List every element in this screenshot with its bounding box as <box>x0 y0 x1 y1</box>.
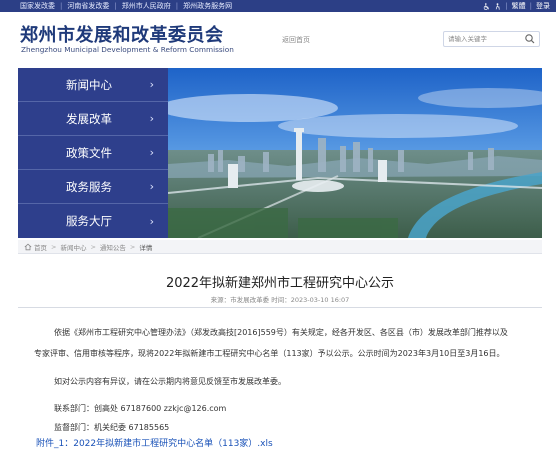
attachment-link[interactable]: 附件_1：2022年拟新建市工程研究中心名单（113家）.xls <box>36 436 273 449</box>
login-link[interactable]: 登录 <box>536 1 550 11</box>
search-input[interactable] <box>444 32 524 46</box>
article: 2022年拟新建郑州市工程研究中心公示 来源：市发展改革委 时间：2023-03… <box>18 254 542 463</box>
link-ndrc[interactable]: 国家发改委 <box>20 1 55 11</box>
chevron-right-icon: › <box>149 146 154 159</box>
link-zhengzhou-service[interactable]: 郑州政务服务网 <box>183 1 232 11</box>
separator: > <box>90 242 96 251</box>
breadcrumb-news[interactable]: 新闻中心 <box>60 242 86 252</box>
nav-item-services[interactable]: 政务服务 › <box>18 170 168 204</box>
search-icon[interactable] <box>524 33 536 45</box>
separator: > <box>129 242 136 251</box>
article-paragraph: 依据《郑州市工程研究中心管理办法》（郑发改高技[2016]559号）有关规定，经… <box>54 328 508 337</box>
article-paragraph: 专家评审、信用审核等程序，现将2022年拟新建市工程研究中心名单（113家）予以… <box>34 349 505 358</box>
wheelchair-icon[interactable] <box>483 2 490 10</box>
elder-icon[interactable] <box>494 2 501 10</box>
breadcrumb-current: 详情 <box>139 243 153 252</box>
separator: > <box>51 242 57 251</box>
nav-item-label: 政务服务 <box>66 179 112 194</box>
separator: | <box>114 2 117 10</box>
chevron-right-icon: › <box>149 214 154 228</box>
chevron-right-icon: › <box>149 112 154 125</box>
chevron-right-icon: › <box>149 78 154 91</box>
article-title: 2022年拟新建郑州市工程研究中心公示 <box>165 276 395 291</box>
site-title[interactable]: 郑州市发展和改革委员会 <box>20 21 224 47</box>
divider <box>18 307 542 308</box>
external-links: 国家发改委 | 河南省发改委 | 郑州市人民政府 | 郑州政务服务网 <box>20 1 232 11</box>
search-box <box>443 31 540 47</box>
city-skyline-banner <box>168 68 542 238</box>
top-bar: 国家发改委 | 河南省发改委 | 郑州市人民政府 | 郑州政务服务网 | 繁體 … <box>0 0 556 12</box>
home-icon <box>24 243 32 250</box>
nav-item-service-hall[interactable]: 服务大厅 › <box>18 204 168 238</box>
breadcrumb-notices[interactable]: 通知公告 <box>100 242 126 252</box>
chevron-right-icon: › <box>149 180 154 193</box>
article-paragraph: 如对公示内容有异议，请在公示期内将意见反馈至市发展改革委。 <box>54 377 286 386</box>
separator: | <box>529 2 532 10</box>
link-zhengzhou-gov[interactable]: 郑州市人民政府 <box>122 1 171 11</box>
separator: | <box>175 2 179 10</box>
supervision-department: 监督部门：机关纪委 67185565 <box>54 423 170 432</box>
return-home-link[interactable]: 返回首页 <box>282 35 310 45</box>
nav-item-development[interactable]: 发展改革 › <box>18 102 168 136</box>
article-meta: 来源：市发展改革委 时间：2023-03-10 16:07 <box>210 296 350 304</box>
nav-item-label: 政策文件 <box>66 145 112 160</box>
nav-item-label: 服务大厅 <box>66 214 112 228</box>
link-henan-drc[interactable]: 河南省发改委 <box>67 1 109 11</box>
traditional-chinese-toggle[interactable]: 繁體 <box>512 1 526 11</box>
hero-section: 新闻中心 › 发展改革 › 政策文件 › 政务服务 › 服务大厅 › <box>18 68 542 238</box>
separator: | <box>60 2 63 10</box>
top-toolbar: | 繁體 | 登录 <box>479 1 550 11</box>
nav-item-news[interactable]: 新闻中心 › <box>18 68 168 102</box>
main-nav: 新闻中心 › 发展改革 › 政策文件 › 政务服务 › 服务大厅 › <box>18 68 168 238</box>
nav-item-label: 发展改革 <box>66 111 112 126</box>
site-header: 郑州市发展和改革委员会 Zhengzhou Municipal Developm… <box>0 12 556 68</box>
nav-item-policy[interactable]: 政策文件 › <box>18 136 168 170</box>
site-subtitle: Zhengzhou Municipal Development & Reform… <box>21 45 234 54</box>
breadcrumb-home[interactable]: 首页 <box>34 242 47 252</box>
breadcrumb: 首页 > 新闻中心 > 通知公告 > 详情 <box>18 240 542 254</box>
contact-department: 联系部门：创高处 67187600 zzkjc@126.com <box>54 404 227 413</box>
nav-item-label: 新闻中心 <box>66 77 112 92</box>
separator: | <box>505 2 508 10</box>
